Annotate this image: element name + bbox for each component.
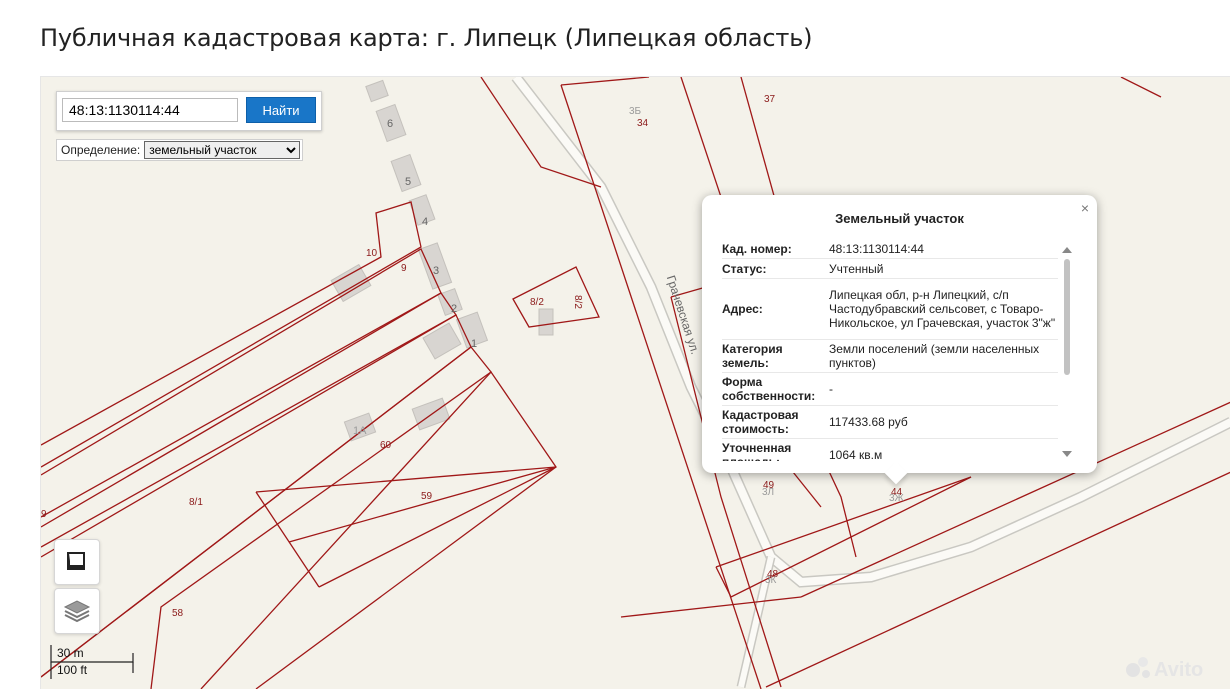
attribute-label: Категория земель: bbox=[722, 342, 783, 370]
attribute-value: 48:13:1130114:44 bbox=[829, 241, 924, 256]
parcel-info-popup: × Земельный участок Кад. номер: 48:13:11… bbox=[702, 195, 1097, 485]
parcel-label: 9 bbox=[401, 263, 407, 274]
building-number: 5 bbox=[405, 176, 411, 188]
definition-select[interactable]: земельный участок bbox=[144, 141, 301, 159]
attribute-label: Форма собственности: bbox=[722, 375, 816, 403]
parcel-label: 8/2 bbox=[530, 297, 544, 308]
parcel-label: 8/1 bbox=[189, 497, 203, 508]
building bbox=[538, 308, 554, 336]
cadastral-map[interactable]: 10 9 8/2 8/2 8/1 60 59 58 49 44 48 37 34… bbox=[40, 76, 1230, 689]
attribute-value: Учтенный bbox=[829, 261, 884, 276]
parcel-sublabel: 3Б bbox=[629, 106, 642, 117]
attribute-row: Кадастровая стоимость: 117433.68 руб bbox=[722, 406, 1058, 439]
ruler-icon bbox=[67, 552, 85, 570]
scroll-thumb[interactable] bbox=[1064, 259, 1070, 375]
attribute-label: Кад. номер: bbox=[722, 241, 792, 256]
search-panel: Найти bbox=[56, 91, 322, 131]
attribute-label: Кадастровая стоимость: bbox=[722, 408, 799, 436]
building-number: 6 bbox=[387, 118, 393, 130]
attribute-row: Категория земель: Земли поселений (земли… bbox=[722, 340, 1058, 373]
parcel-label: 58 bbox=[172, 608, 184, 619]
watermark-text: Avito bbox=[1154, 659, 1203, 681]
parcel-sublabel: 1A bbox=[353, 425, 367, 437]
attribute-row: Уточненная площадь: 1064 кв.м bbox=[722, 439, 1058, 461]
definition-label: Определение: bbox=[61, 143, 141, 157]
attribute-value: - bbox=[829, 382, 833, 396]
attribute-row: Статус: Учтенный bbox=[722, 259, 1058, 279]
attribute-row: Форма собственности: - bbox=[722, 373, 1058, 406]
definition-panel: Определение: земельный участок bbox=[56, 139, 304, 161]
page-title: Публичная кадастровая карта: г. Липецк (… bbox=[40, 24, 813, 52]
scale-imperial: 100 ft bbox=[57, 663, 88, 677]
attribute-value: Земли поселений (земли населенных пункто… bbox=[829, 342, 1040, 370]
building-number: 3 bbox=[433, 265, 439, 277]
building-number: 2 bbox=[451, 303, 457, 315]
parcel-label: 37 bbox=[764, 94, 776, 105]
popup-scrollbar[interactable] bbox=[1062, 243, 1072, 461]
scroll-up-arrow-icon[interactable] bbox=[1062, 247, 1072, 253]
parcel-label: 60 bbox=[380, 440, 392, 451]
attribute-value: Липецкая обл, р-н Липецкий, с/п Частодуб… bbox=[829, 288, 1056, 330]
building-number: 1 bbox=[471, 338, 477, 350]
attribute-label: Уточненная площадь: bbox=[722, 441, 792, 461]
parcel-sublabel: 3Ж bbox=[889, 493, 905, 504]
parcel-label: 9 bbox=[41, 509, 47, 520]
popup-attributes: Кад. номер: 48:13:1130114:44 Статус: Учт… bbox=[722, 239, 1058, 461]
scale-bar: 30 m 100 ft bbox=[47, 645, 134, 679]
avito-watermark: Avito bbox=[1126, 657, 1203, 681]
attribute-value: 117433.68 руб bbox=[829, 415, 908, 429]
attribute-label: Адрес: bbox=[722, 302, 763, 316]
attribute-value: 1064 кв.м bbox=[829, 448, 883, 461]
attribute-row: Кад. номер: 48:13:1130114:44 bbox=[722, 239, 1058, 259]
attribute-row: Адрес: Липецкая обл, р-н Липецкий, с/п Ч… bbox=[722, 279, 1058, 340]
building-number: 4 bbox=[422, 216, 428, 228]
find-button[interactable]: Найти bbox=[246, 97, 316, 123]
scroll-down-arrow-icon[interactable] bbox=[1062, 451, 1072, 457]
parcel-label: 10 bbox=[366, 248, 378, 259]
cadastral-number-input[interactable] bbox=[62, 98, 238, 122]
scale-metric: 30 m bbox=[57, 646, 84, 660]
layers-button[interactable] bbox=[54, 588, 100, 634]
building bbox=[365, 79, 389, 103]
parcel-label: 34 bbox=[637, 118, 649, 129]
building bbox=[422, 322, 462, 360]
ruler-tool-button[interactable] bbox=[54, 539, 100, 585]
layers-icon bbox=[63, 600, 91, 623]
popup-title: Земельный участок bbox=[835, 211, 964, 226]
parcel-sublabel: 3К bbox=[765, 575, 777, 586]
parcel-label: 59 bbox=[421, 491, 433, 502]
attribute-label: Статус: bbox=[722, 261, 767, 276]
parcel-sublabel: 3Л bbox=[762, 487, 774, 498]
parcel-label: 8/2 bbox=[572, 295, 583, 309]
